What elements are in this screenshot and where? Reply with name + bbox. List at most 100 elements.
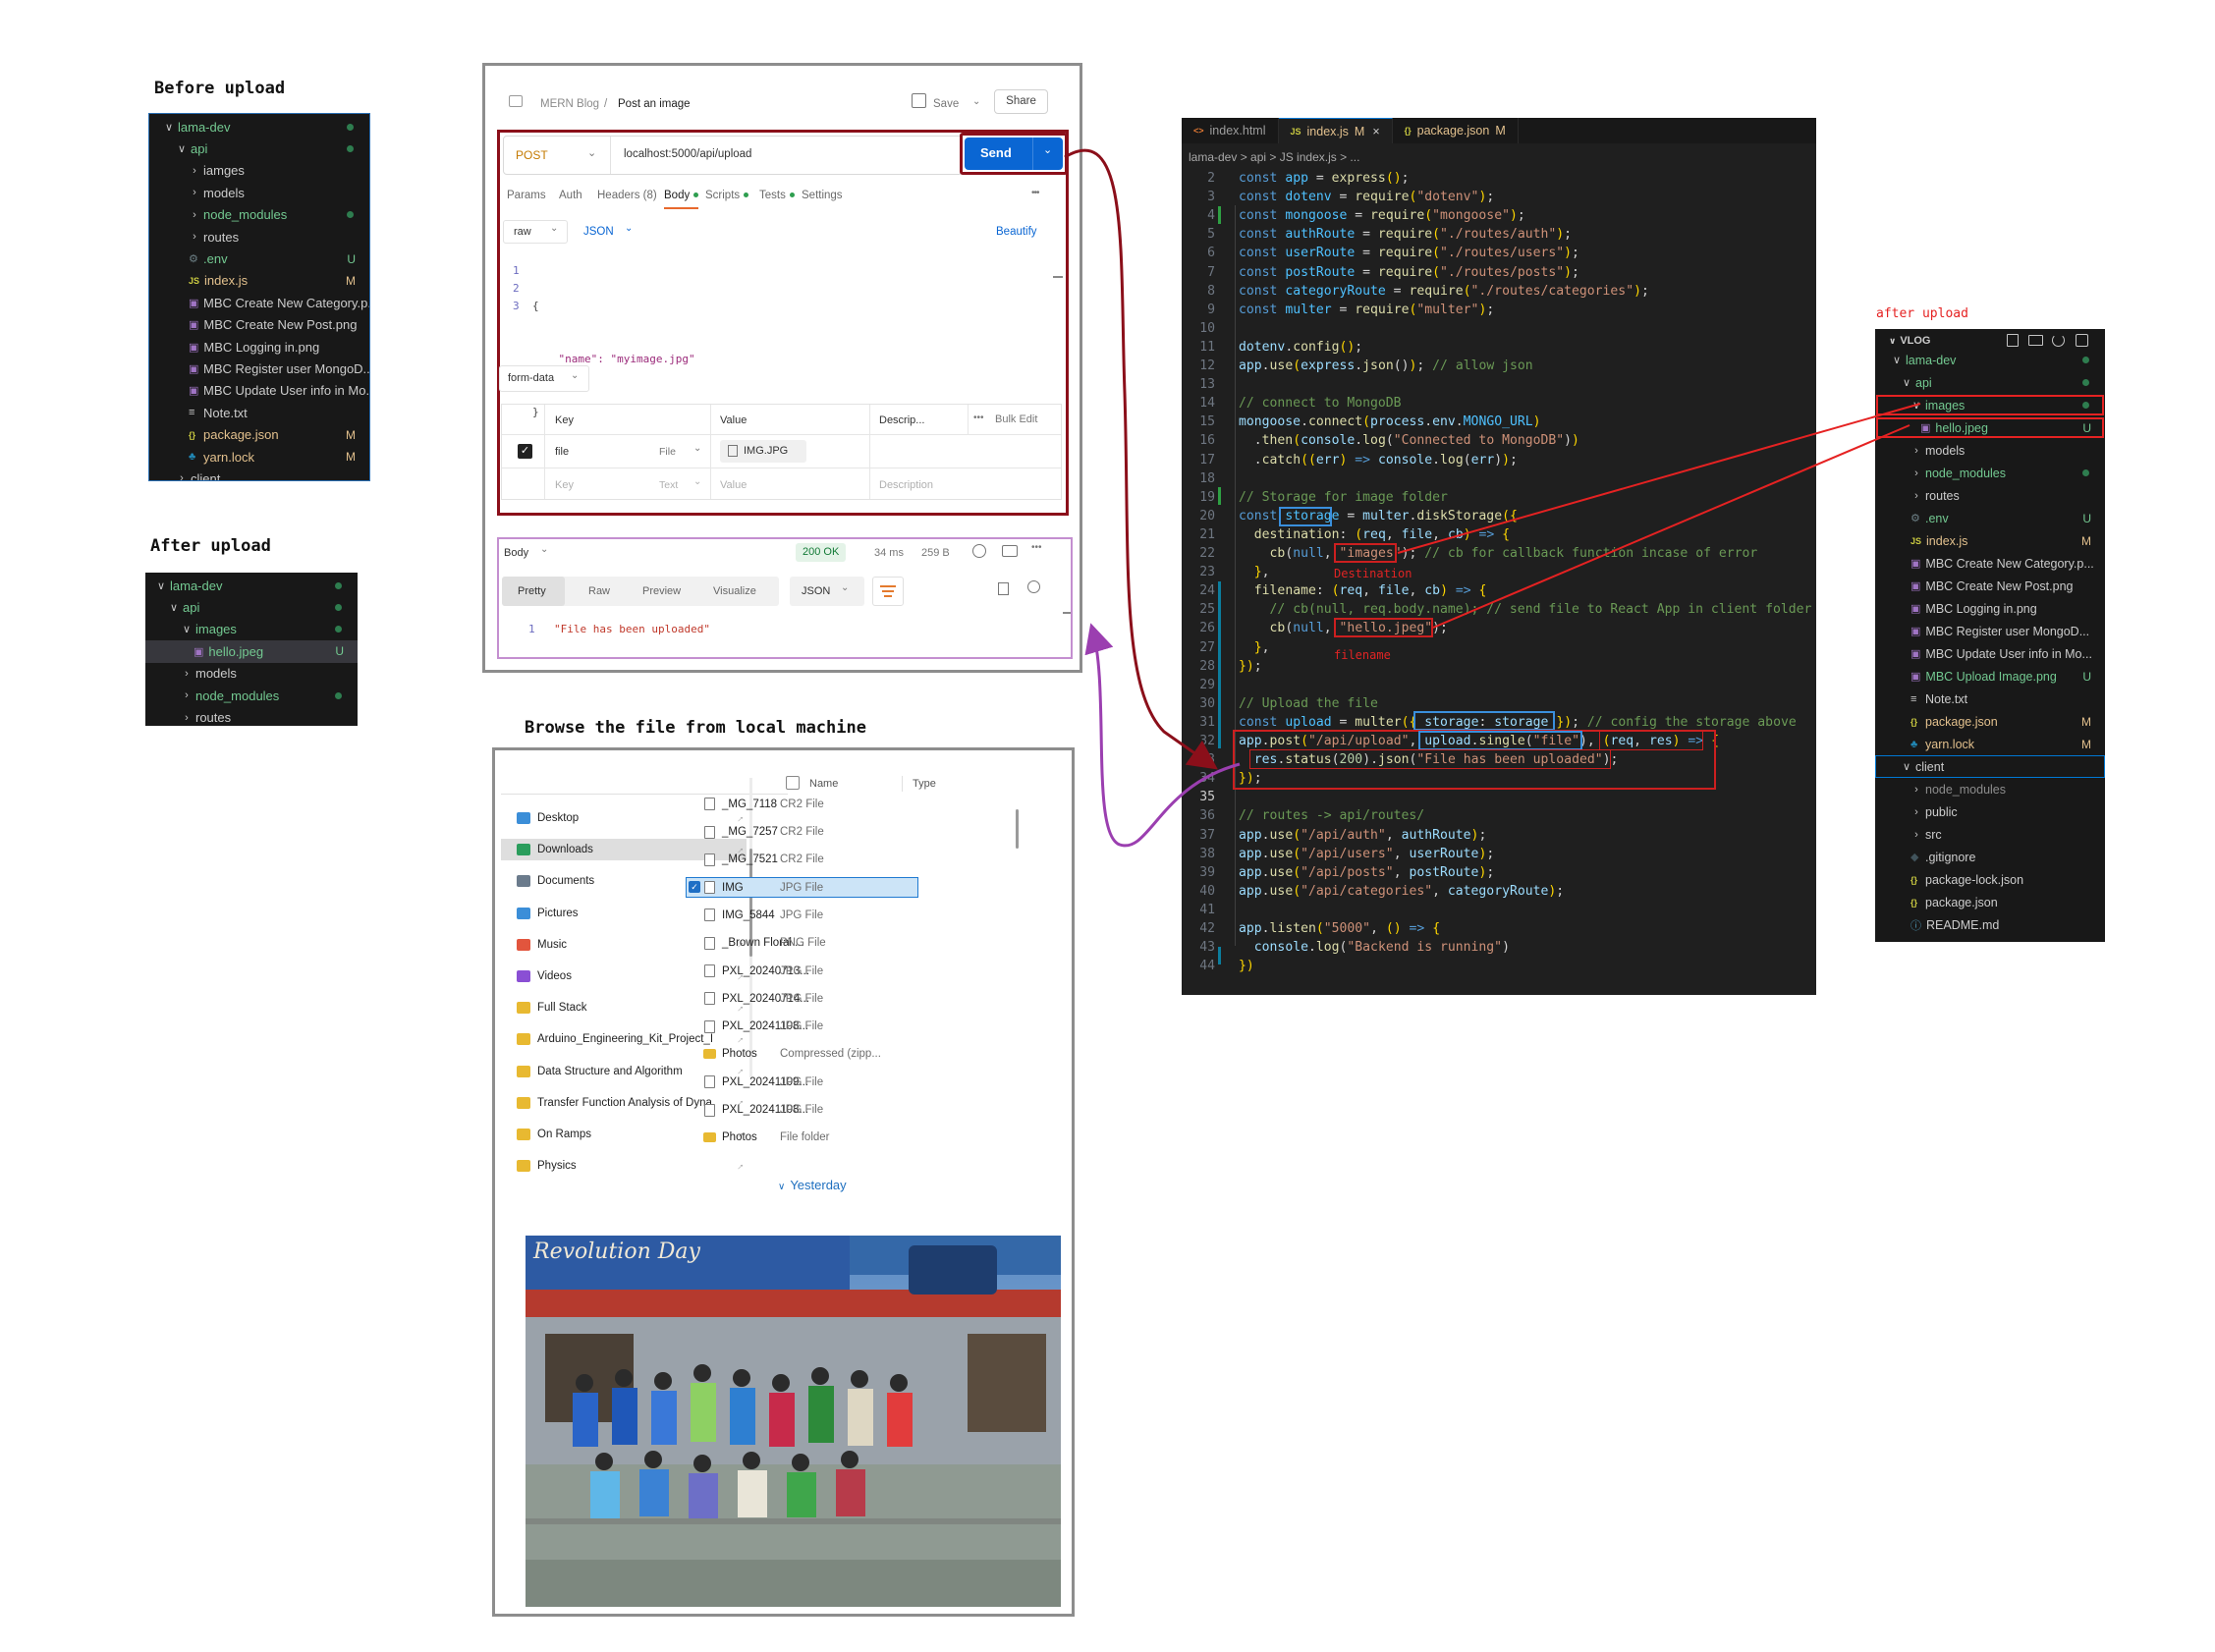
tree-item-package-json[interactable]: {} package.json M (1875, 710, 2105, 733)
tab-tests[interactable]: Tests (759, 190, 795, 201)
file-row[interactable]: _MG_7118 CR2 File (687, 795, 917, 814)
tree-item-mbc-upload-image-png[interactable]: ▣ MBC Upload Image.png U (1875, 665, 2105, 688)
tree-item-yarn-lock[interactable]: ♣ yarn.lock M (1875, 733, 2105, 755)
pin-icon[interactable]: → (733, 1159, 747, 1174)
tab-auth[interactable]: Auth (559, 190, 582, 201)
file-row[interactable]: PXL_20240714... JPG File (687, 989, 917, 1009)
code-line[interactable]: 8 const categoryRoute = require("./routes… (1182, 282, 1816, 301)
files-scrollbar-thumb[interactable] (1016, 809, 1019, 849)
chevron-down-icon[interactable]: ∨ (1901, 760, 1912, 773)
save-icon[interactable] (912, 93, 926, 108)
tree-item-node-modules[interactable]: › node_modules (149, 204, 369, 226)
chevron-right-icon[interactable]: › (189, 165, 200, 177)
code-line[interactable]: 11 dotenv.config(); (1182, 338, 1816, 357)
code-line[interactable]: 37 app.use("/api/auth", authRoute); (1182, 826, 1816, 845)
more-options-icon[interactable]: ••• (1031, 188, 1039, 198)
tree-item-api[interactable]: ∨ api (145, 596, 358, 618)
code-line[interactable]: 10 (1182, 319, 1816, 338)
code-line[interactable]: 2 const app = express(); (1182, 169, 1816, 188)
tab-body[interactable]: Body (664, 190, 699, 209)
file-row[interactable]: IMG_5844 JPG File (687, 906, 917, 925)
response-scrollbar[interactable] (1063, 612, 1071, 614)
code-line[interactable]: 39 app.use("/api/posts", postRoute); (1182, 863, 1816, 882)
chevron-down-icon[interactable]: ∨ (1901, 376, 1912, 389)
tree-item-node-modules[interactable]: › node_modules (145, 685, 358, 706)
response-lang-select[interactable]: JSON ⌄ (790, 577, 864, 606)
code-line[interactable]: 13 (1182, 375, 1816, 394)
key-placeholder[interactable]: Key (555, 479, 574, 491)
chevron-down-icon[interactable]: ∨ (176, 142, 188, 155)
code-line[interactable]: 14 // connect to MongoDB (1182, 394, 1816, 413)
file-row[interactable]: Photos File folder (687, 1129, 917, 1148)
code-line[interactable]: 25 // cb(null, req.body.name); // send f… (1182, 600, 1816, 619)
select-all-checkbox[interactable] (786, 776, 800, 790)
code-line[interactable]: 17 .catch((err) => console.log(err)); (1182, 451, 1816, 469)
chevron-right-icon[interactable]: › (1910, 784, 1922, 796)
pretty-tab[interactable]: Pretty (518, 585, 546, 597)
tree-item-src[interactable]: › src (1875, 823, 2105, 846)
tree-item-readme-md[interactable]: ⓘ README.md (1875, 913, 2105, 936)
chevron-right-icon[interactable]: › (181, 668, 193, 680)
save-chevron-icon[interactable]: ⌄ (972, 96, 980, 107)
tree-item-mbc-register-user-mongod[interactable]: ▣ MBC Register user MongoD... (149, 358, 369, 379)
code-line[interactable]: 4 const mongoose = require("mongoose"); (1182, 206, 1816, 225)
response-body-chevron-icon[interactable]: ⌄ (540, 544, 548, 555)
file-row[interactable]: _Brown Floral ... PNG File (687, 934, 917, 954)
tree-item-package-lock-json[interactable]: {} package-lock.json (1875, 868, 2105, 891)
filter-button[interactable] (872, 577, 904, 606)
tree-item-lama-dev[interactable]: ∨ lama-dev (1875, 349, 2105, 371)
file-row[interactable]: ✓ IMG JPG File (686, 876, 918, 899)
tree-item-index-js[interactable]: JS index.js M (1875, 529, 2105, 552)
row-checkbox[interactable]: ✓ (689, 880, 700, 893)
method-chevron-icon[interactable]: ⌄ (587, 146, 596, 159)
tree-item-hello-jpeg[interactable]: ▣ hello.jpeg U (145, 640, 358, 663)
tab-headers-8[interactable]: Headers (8) (597, 190, 657, 201)
tree-item-yarn-lock[interactable]: ♣ yarn.lock (1875, 936, 2105, 943)
chevron-down-icon[interactable]: ∨ (163, 121, 175, 134)
tree-item-note-txt[interactable]: ≡ Note.txt (1875, 688, 2105, 710)
tree-item-yarn-lock[interactable]: ♣ yarn.lock M (149, 446, 369, 468)
url-input[interactable]: localhost:5000/api/upload (624, 148, 751, 160)
tree-item-index-js[interactable]: JS index.js M (149, 270, 369, 292)
chevron-right-icon[interactable]: › (1910, 468, 1922, 479)
editor-tab-package-json[interactable]: {} package.json M (1393, 118, 1519, 143)
row-key[interactable]: file (555, 446, 569, 458)
tree-item-env[interactable]: ⚙ .env U (1875, 507, 2105, 529)
file-row[interactable]: PXL_20241108... JPG File (687, 1017, 917, 1036)
code-line[interactable]: 9 const multer = require("multer"); (1182, 301, 1816, 319)
chevron-down-icon[interactable]: ∨ (181, 623, 193, 635)
chevron-down-icon[interactable]: ∨ (1910, 399, 1922, 412)
body-lang-chevron-icon[interactable]: ⌄ (625, 223, 633, 234)
send-chevron-icon[interactable]: ⌄ (1043, 143, 1052, 156)
code-line[interactable]: 36 // routes -> api/routes/ (1182, 806, 1816, 825)
tab-scripts[interactable]: Scripts (705, 190, 749, 201)
chevron-right-icon[interactable]: › (1910, 490, 1922, 502)
editor-tab-index-js[interactable]: JS index.js M × (1278, 118, 1393, 143)
save-button[interactable]: Save (933, 98, 959, 110)
chevron-right-icon[interactable]: › (1910, 445, 1922, 457)
method-select[interactable]: POST (516, 148, 548, 162)
row-value-chip[interactable]: IMG.JPG (720, 440, 806, 463)
refresh-icon[interactable] (2052, 334, 2065, 347)
code-line[interactable]: 38 app.use("/api/users", userRoute); (1182, 845, 1816, 863)
name-column-header[interactable]: Name (809, 778, 838, 790)
save-response-icon[interactable] (1002, 545, 1018, 557)
raw-scrollbar[interactable] (1053, 276, 1063, 278)
code-line[interactable]: 40 app.use("/api/categories", categoryRou… (1182, 882, 1816, 901)
search-icon[interactable] (1027, 580, 1040, 593)
tree-item-package-json[interactable]: {} package.json (1875, 891, 2105, 913)
tree-item-mbc-logging-in-png[interactable]: ▣ MBC Logging in.png (1875, 597, 2105, 620)
tree-item-node-modules[interactable]: › node_modules (1875, 778, 2105, 800)
code-line[interactable]: 12 app.use(express.json()); // allow json (1182, 357, 1816, 375)
response-more-icon[interactable]: ••• (1031, 542, 1042, 553)
tree-item-mbc-update-user-info-in-mo[interactable]: ▣ MBC Update User info in Mo... (149, 380, 369, 402)
code-line[interactable]: 18 (1182, 469, 1816, 488)
code-line[interactable]: 44}) (1182, 957, 1816, 975)
globe-icon[interactable] (972, 544, 986, 558)
status-badge[interactable]: 200 OK (796, 543, 847, 562)
yesterday-group-header[interactable]: ∨ Yesterday (778, 1178, 847, 1192)
tree-item-client[interactable]: ∨ client (1875, 755, 2105, 778)
chevron-right-icon[interactable]: › (189, 209, 200, 221)
copy-icon[interactable] (998, 582, 1009, 595)
tree-item-mbc-logging-in-png[interactable]: ▣ MBC Logging in.png (149, 336, 369, 358)
